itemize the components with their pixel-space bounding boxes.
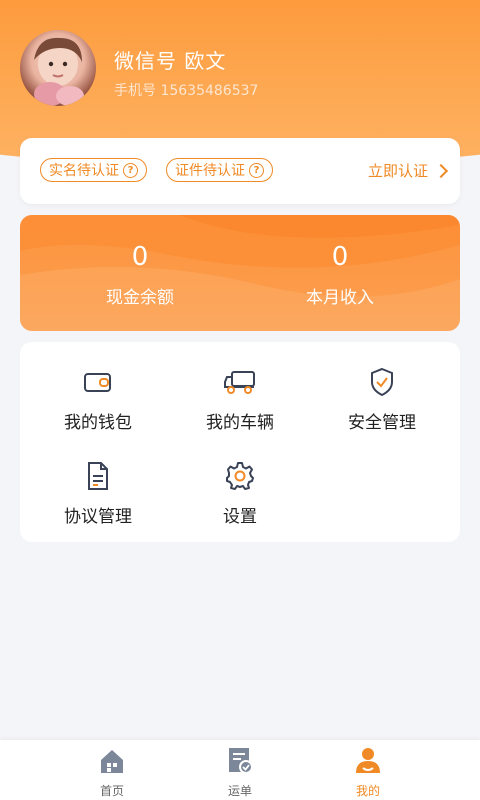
menu-item-agreements-label: 协议管理 xyxy=(64,507,132,527)
tab-home[interactable]: 首页 xyxy=(72,746,152,799)
user-icon xyxy=(328,746,408,774)
menu-item-safety-label: 安全管理 xyxy=(348,413,416,433)
month-income-value: 0 xyxy=(331,242,349,272)
menu-card: 我的钱包 我的车辆 安全管理 协议管理 设置 xyxy=(20,342,460,542)
month-income-label: 本月收入 xyxy=(306,288,374,308)
auth-card: 实名待认证 ? 证件待认证 ? 立即认证 xyxy=(20,138,460,204)
cash-balance-value: 0 xyxy=(131,242,149,272)
chevron-right-icon xyxy=(433,163,449,178)
verify-now-label: 立即认证 xyxy=(367,162,428,180)
truck-icon xyxy=(165,366,315,398)
realname-pending-tag[interactable]: 实名待认证 ? xyxy=(40,158,147,182)
verify-now-link[interactable]: 立即认证 xyxy=(367,160,449,181)
menu-item-safety[interactable]: 安全管理 xyxy=(307,366,457,433)
gear-icon xyxy=(165,460,315,492)
tab-home-label: 首页 xyxy=(99,784,124,798)
cash-balance-stat[interactable]: 0 现金余额 xyxy=(30,239,250,308)
menu-item-agreements[interactable]: 协议管理 xyxy=(23,460,173,527)
avatar[interactable] xyxy=(20,30,96,106)
stats-card: 0 现金余额 0 本月收入 xyxy=(20,215,460,331)
tab-waybill-label: 运单 xyxy=(227,784,252,798)
document-pending-label: 证件待认证 xyxy=(175,163,245,179)
document-pending-tag[interactable]: 证件待认证 ? xyxy=(166,158,273,182)
menu-item-settings-label: 设置 xyxy=(223,507,257,527)
waybill-icon xyxy=(200,746,280,774)
document-icon xyxy=(23,460,173,492)
avatar-photo xyxy=(34,37,84,106)
menu-item-vehicles[interactable]: 我的车辆 xyxy=(165,366,315,433)
profile-name: 微信号 欧文 xyxy=(114,49,227,73)
menu-item-settings[interactable]: 设置 xyxy=(165,460,315,527)
cash-balance-label: 现金余额 xyxy=(106,288,174,308)
profile-phone: 手机号 15635486537 xyxy=(114,83,259,99)
question-circle-icon[interactable]: ? xyxy=(123,162,138,178)
shield-check-icon xyxy=(307,366,457,398)
home-icon xyxy=(72,746,152,774)
tab-mine[interactable]: 我的 xyxy=(328,746,408,799)
menu-item-vehicles-label: 我的车辆 xyxy=(206,413,274,433)
realname-pending-label: 实名待认证 xyxy=(49,163,119,179)
wallet-icon xyxy=(23,366,173,398)
month-income-stat[interactable]: 0 本月收入 xyxy=(230,239,450,308)
tab-waybill[interactable]: 运单 xyxy=(200,746,280,799)
menu-item-wallet-label: 我的钱包 xyxy=(64,413,132,433)
menu-item-wallet[interactable]: 我的钱包 xyxy=(23,366,173,433)
question-circle-icon[interactable]: ? xyxy=(249,162,264,178)
bottom-tab-bar: 首页 运单 我的 xyxy=(0,740,480,800)
tab-mine-label: 我的 xyxy=(355,784,380,798)
